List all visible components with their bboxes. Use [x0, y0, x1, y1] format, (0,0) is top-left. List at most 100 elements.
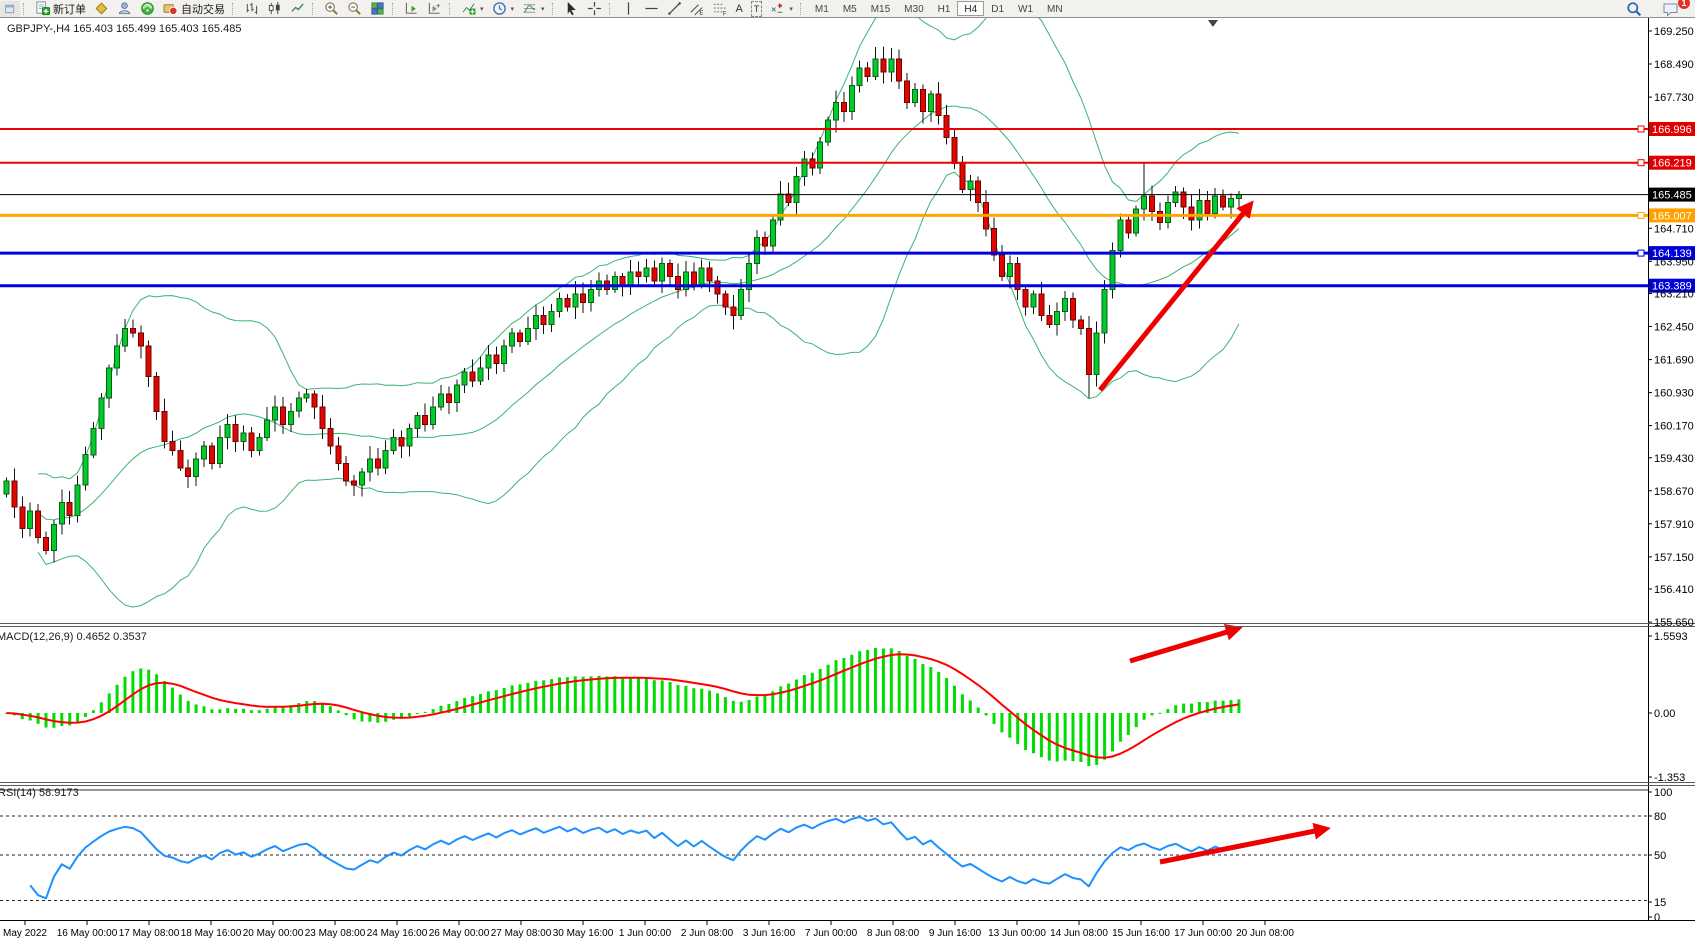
text-label-button[interactable]: T: [747, 1, 767, 17]
time-tick-label: 27 May 08:00: [491, 928, 552, 939]
text-button[interactable]: A: [732, 1, 747, 17]
shapes-icon: [770, 1, 785, 16]
price-tick-label: 168.490: [1654, 59, 1694, 71]
chart-shift-button[interactable]: [423, 1, 446, 17]
price-tick-label: 161.690: [1654, 355, 1694, 367]
vertical-line-button[interactable]: [617, 1, 640, 17]
zoom-out-icon: [347, 1, 362, 16]
bars-chart-icon: [244, 1, 259, 16]
trendline-button[interactable]: [663, 1, 686, 17]
timeframe-w1[interactable]: W1: [1011, 1, 1040, 16]
trend-arrow-macd[interactable]: [1130, 629, 1237, 661]
new-order-label: 新订单: [53, 1, 86, 17]
zoom-in-icon: [324, 1, 339, 16]
autotrade-icon: [163, 1, 178, 16]
timeframe-m1[interactable]: M1: [808, 1, 836, 16]
chat-icon: [1662, 1, 1679, 17]
shapes-button[interactable]: ▾: [766, 1, 797, 17]
macd-indicator-label: MACD(12,26,9) 0.4652 0.3537: [0, 631, 147, 643]
tile-windows-button[interactable]: [366, 1, 389, 17]
toolbar-grip: [312, 3, 317, 15]
trend-arrows: [1100, 205, 1325, 862]
add-indicator-button[interactable]: ▾: [457, 1, 488, 17]
tile-windows-icon: [370, 1, 385, 16]
bars-chart-button[interactable]: [240, 1, 263, 17]
zoom-out-button[interactable]: [343, 1, 366, 17]
time-tick-label: 14 Jun 08:00: [1050, 928, 1108, 939]
candlestick-chart-button[interactable]: [263, 1, 286, 17]
notifications-button[interactable]: 1: [1658, 1, 1683, 17]
time-tick-label: 20 May 00:00: [243, 928, 304, 939]
toolbar-grip: [449, 3, 454, 15]
timeframe-mn[interactable]: MN: [1040, 1, 1070, 16]
price-tick-label: 164.710: [1654, 223, 1694, 235]
trendline-icon: [667, 1, 682, 16]
line-chart-button[interactable]: [286, 1, 309, 17]
chart-frame: [0, 18, 1695, 921]
vertical-line-icon: [621, 1, 636, 16]
chart-shift-icon: [427, 1, 442, 16]
autotrade-button[interactable]: 自动交易: [159, 1, 229, 17]
signal-button[interactable]: [136, 1, 159, 17]
fibonacci-icon: F: [713, 1, 728, 16]
toolbar-grip: [23, 3, 28, 15]
time-tick-label: 17 Jun 00:00: [1174, 928, 1232, 939]
cursor-icon: [564, 1, 579, 16]
profile-button[interactable]: [113, 1, 136, 17]
time-tick-label: 20 Jun 08:00: [1236, 928, 1294, 939]
line-handle[interactable]: [1638, 212, 1644, 218]
crosshair-icon: [587, 1, 602, 16]
styles-button[interactable]: [90, 1, 113, 17]
chart-shift-marker[interactable]: [1208, 20, 1218, 27]
svg-text:E: E: [699, 10, 703, 16]
new-order-button[interactable]: 新订单: [31, 1, 90, 17]
toolbar-grip: [800, 3, 805, 15]
timeframe-m30[interactable]: M30: [897, 1, 930, 16]
autotrade-label: 自动交易: [181, 1, 225, 17]
text-icon: A: [736, 2, 743, 16]
timeframe-d1[interactable]: D1: [984, 1, 1011, 16]
line-handle[interactable]: [1638, 160, 1644, 166]
crosshair-button[interactable]: [583, 1, 606, 17]
periods-clock-button[interactable]: ▾: [488, 1, 519, 17]
time-tick-label: 18 May 16:00: [181, 928, 242, 939]
rsi-tick-label: 80: [1654, 811, 1666, 823]
candlestick-chart-icon: [267, 1, 282, 16]
price-levels: 166.996166.219165.485165.007164.139163.3…: [0, 122, 1695, 293]
price-tick-label: 160.930: [1654, 388, 1694, 400]
timeframe-m5[interactable]: M5: [836, 1, 864, 16]
templates-button[interactable]: ▾: [518, 1, 549, 17]
styles-icon: [94, 1, 109, 16]
time-tick-label: 8 Jun 08:00: [867, 928, 920, 939]
horizontal-line-button[interactable]: [640, 1, 663, 17]
timeframe-h1[interactable]: H1: [931, 1, 958, 16]
chart-forward-button[interactable]: [400, 1, 423, 17]
profile-icon: [117, 1, 132, 16]
trend-arrow-rsi[interactable]: [1160, 829, 1325, 862]
fibonacci-button[interactable]: F: [709, 1, 732, 17]
chart-canvas[interactable]: 166.996166.219165.485165.007164.139163.3…: [0, 0, 1695, 943]
time-tick-label: 7 Jun 00:00: [805, 928, 858, 939]
search-icon: [1626, 1, 1642, 17]
price-tick-label: 157.910: [1654, 519, 1694, 531]
search-button[interactable]: [1622, 1, 1646, 17]
toolbar-grip: [552, 3, 557, 15]
line-handle[interactable]: [1638, 250, 1644, 256]
time-tick-label: 26 May 00:00: [429, 928, 490, 939]
timeframe-h4[interactable]: H4: [957, 1, 984, 16]
window-button[interactable]: [0, 1, 20, 17]
line-handle[interactable]: [1638, 126, 1644, 132]
chevron-down-icon: ▾: [789, 5, 793, 13]
text-label-icon: T: [751, 1, 763, 17]
channel-icon: E: [690, 1, 705, 16]
price-tick-label: 163.950: [1654, 256, 1694, 268]
templates-icon: [522, 1, 537, 16]
mt4-window: 新订单 自动交易: [0, 0, 1695, 943]
price-tick-label: 169.250: [1654, 26, 1694, 38]
bollinger-bands: [38, 0, 1239, 607]
price-tick-label: 159.430: [1654, 453, 1694, 465]
timeframe-m15[interactable]: M15: [864, 1, 897, 16]
cursor-button[interactable]: [560, 1, 583, 17]
channel-button[interactable]: E: [686, 1, 709, 17]
zoom-in-button[interactable]: [320, 1, 343, 17]
